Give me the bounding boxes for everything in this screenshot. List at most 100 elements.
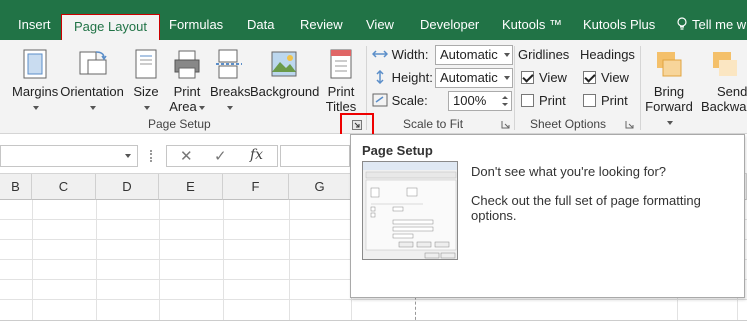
checkbox-checked-icon xyxy=(583,71,596,84)
headings-view-checkbox[interactable]: View xyxy=(583,70,629,85)
column-header-g[interactable]: G xyxy=(289,174,351,200)
tab-developer[interactable]: Developer xyxy=(416,14,483,36)
margins-icon xyxy=(23,49,47,79)
chevron-down-icon xyxy=(198,105,205,110)
print-area-icon xyxy=(174,50,200,79)
column-header-c[interactable]: C xyxy=(32,174,96,200)
tooltip-line-2: Check out the full set of page formattin… xyxy=(471,193,701,223)
tell-me-search[interactable]: Tell me w xyxy=(676,14,746,36)
orientation-icon xyxy=(79,51,107,75)
tell-me-label: Tell me w xyxy=(692,17,747,32)
grid-col-line xyxy=(32,200,33,325)
checkbox-checked-icon xyxy=(521,71,534,84)
scale-label: Scale: xyxy=(391,93,428,108)
column-header-d[interactable]: D xyxy=(96,174,159,200)
page-setup-group-label: Page Setup xyxy=(148,117,211,131)
margins-button[interactable]: Margins xyxy=(12,48,58,114)
column-header-f[interactable]: F xyxy=(223,174,289,200)
orientation-button[interactable]: Orientation xyxy=(60,48,124,114)
grid-col-line xyxy=(223,200,224,325)
chevron-down-icon xyxy=(33,105,39,110)
tab-kutools[interactable]: Kutools ™ xyxy=(498,14,566,36)
sheet-options-launcher-icon[interactable] xyxy=(625,120,634,129)
size-label: Size xyxy=(133,84,159,99)
width-dropdown[interactable]: Automatic xyxy=(435,45,513,65)
tab-page-layout[interactable]: Page Layout xyxy=(61,14,161,41)
headings-title: Headings xyxy=(580,47,635,62)
height-row: Height: xyxy=(372,69,433,85)
chevron-down-icon xyxy=(227,105,233,110)
chevron-down-icon xyxy=(144,105,150,110)
bring-forward-label-2: Forward xyxy=(645,99,693,114)
scale-value: 100% xyxy=(453,93,487,108)
gridlines-view-label: View xyxy=(539,70,567,85)
breaks-button[interactable]: Breaks xyxy=(210,48,251,114)
group-separator xyxy=(514,46,515,130)
page-breaks-icon xyxy=(216,49,242,79)
print-area-button[interactable]: Print Area xyxy=(167,48,207,114)
tooltip-title: Page Setup xyxy=(362,143,433,158)
scale-icon xyxy=(372,93,388,107)
background-label: Background xyxy=(250,84,320,99)
column-header-e[interactable]: E xyxy=(159,174,223,200)
send-backward-label-2: Backwar xyxy=(701,99,747,114)
print-area-label-1: Print xyxy=(173,84,201,99)
grid-col-line xyxy=(289,200,290,325)
size-button[interactable]: Size xyxy=(128,48,164,114)
cancel-icon[interactable]: ✕ xyxy=(180,147,193,165)
scale-to-fit-launcher-icon[interactable] xyxy=(501,120,510,129)
headings-print-label: Print xyxy=(601,93,628,108)
breaks-label: Breaks xyxy=(210,84,251,99)
width-value: Automatic xyxy=(440,47,498,62)
print-titles-label-2: Titles xyxy=(325,99,357,114)
print-titles-button[interactable]: Print Titles xyxy=(321,48,361,114)
gridlines-print-checkbox[interactable]: Print xyxy=(521,93,566,108)
grid-row-line xyxy=(0,299,747,300)
tab-review[interactable]: Review xyxy=(296,14,347,36)
insert-function-icon[interactable]: fx xyxy=(250,147,263,163)
page-setup-tooltip: Page Setup Don't see what you're looking… xyxy=(350,134,745,298)
tooltip-line-1: Don't see what you're looking for? xyxy=(471,164,667,179)
height-value: Automatic xyxy=(440,70,498,85)
headings-print-checkbox[interactable]: Print xyxy=(583,93,628,108)
height-label: Height: xyxy=(391,70,433,85)
send-backward-label-1: Send xyxy=(717,84,747,99)
tab-data[interactable]: Data xyxy=(243,14,278,36)
chevron-down-icon xyxy=(504,76,510,80)
background-button[interactable]: Background xyxy=(250,48,320,99)
gridlines-view-checkbox[interactable]: View xyxy=(521,70,567,85)
chevron-down-icon xyxy=(125,154,131,158)
orientation-label: Orientation xyxy=(60,84,124,99)
bring-forward-icon xyxy=(657,52,682,77)
ribbon-tab-bar: Insert Page Layout Formulas Data Review … xyxy=(0,0,747,41)
tab-kutools-plus[interactable]: Kutools Plus xyxy=(579,14,659,36)
window-bottom-edge xyxy=(0,320,747,325)
margins-label: Margins xyxy=(12,84,59,99)
scale-spinner[interactable]: 100% xyxy=(448,91,512,111)
tab-insert[interactable]: Insert xyxy=(14,14,55,36)
formula-input[interactable] xyxy=(280,145,350,167)
height-dropdown[interactable]: Automatic xyxy=(435,68,513,88)
page-size-icon xyxy=(135,49,157,79)
enter-icon[interactable]: ✓ xyxy=(214,147,227,165)
chevron-down-icon xyxy=(667,120,673,125)
bring-forward-button[interactable]: Bring Forward xyxy=(643,48,695,129)
send-backward-button[interactable]: Send Backwar xyxy=(699,48,747,114)
tab-formulas[interactable]: Formulas xyxy=(165,14,227,36)
print-titles-label-1: Print xyxy=(327,84,355,99)
send-backward-icon xyxy=(713,52,737,76)
page-setup-launcher-icon[interactable] xyxy=(352,120,362,130)
page-setup-dialog-preview-image xyxy=(362,161,458,260)
scale-row: Scale: xyxy=(372,93,428,108)
spinner-arrows-icon[interactable] xyxy=(501,94,509,108)
group-separator xyxy=(640,46,641,130)
gridlines-print-label: Print xyxy=(539,93,566,108)
name-box[interactable] xyxy=(0,145,138,167)
width-row: Width: xyxy=(371,47,428,62)
checkbox-unchecked-icon xyxy=(583,94,596,107)
column-header-b[interactable]: B xyxy=(0,174,32,200)
tab-view[interactable]: View xyxy=(362,14,398,36)
headings-view-label: View xyxy=(601,70,629,85)
resize-handle[interactable] xyxy=(150,150,152,162)
chevron-down-icon xyxy=(90,105,96,110)
